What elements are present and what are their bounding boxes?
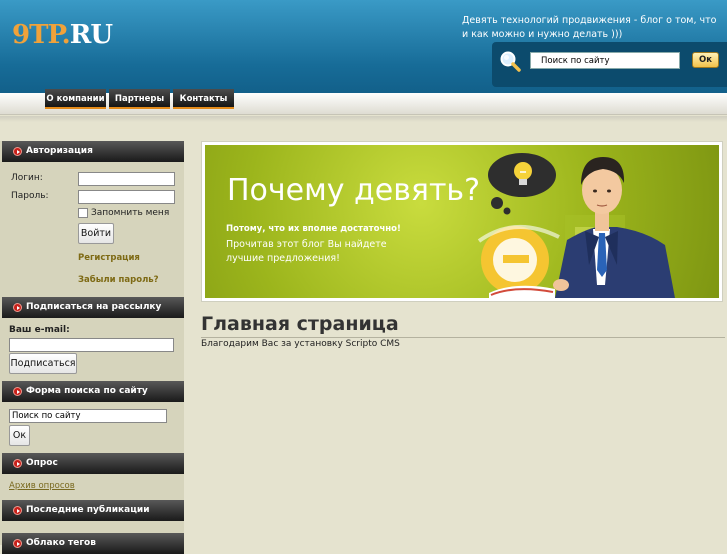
bullet-icon xyxy=(13,539,22,548)
subscribe-block-header: Подписаться на рассылку xyxy=(2,297,184,318)
header: 9TP.RU Девять технологий продвижения - б… xyxy=(0,0,727,93)
logo-part-1: 9TP. xyxy=(12,20,71,50)
poll-block-title: Опрос xyxy=(26,458,58,468)
header-search-input[interactable] xyxy=(530,52,680,69)
page-body-text: Благодарим Вас за установку Scripto CMS xyxy=(201,339,400,349)
tag-cloud-block-header: Облако тегов xyxy=(2,533,184,554)
nav-shadow xyxy=(0,116,727,122)
bullet-icon xyxy=(13,387,22,396)
site-logo[interactable]: 9TP.RU xyxy=(12,20,113,50)
password-label: Пароль: xyxy=(11,191,49,201)
banner-title: Почему девять? xyxy=(227,173,481,208)
nav-strip: О компании Партнеры Контакты xyxy=(0,89,727,115)
tag-cloud-block-title: Облако тегов xyxy=(26,538,96,548)
latest-posts-block-title: Последние публикации xyxy=(26,505,150,515)
email-label: Ваш e-mail: xyxy=(9,325,70,335)
bullet-icon xyxy=(13,147,22,156)
bullet-icon xyxy=(13,303,22,312)
nav-tab-partners[interactable]: Партнеры xyxy=(109,89,170,109)
title-divider xyxy=(201,337,725,338)
auth-block-title: Авторизация xyxy=(26,146,93,156)
promo-banner: Почему девять? Потому, что их вполне дос… xyxy=(201,141,723,302)
site-search-block-title: Форма поиска по сайту xyxy=(26,386,148,396)
login-input[interactable] xyxy=(78,172,175,186)
email-input[interactable] xyxy=(9,338,174,352)
bullet-icon xyxy=(13,506,22,515)
sidebar: Авторизация Логин: Пароль: Запомнить мен… xyxy=(0,141,184,554)
search-icon xyxy=(500,51,521,72)
latest-posts-block-header: Последние публикации xyxy=(2,500,184,521)
register-link[interactable]: Регистрация xyxy=(78,253,140,263)
logo-part-2: RU xyxy=(69,20,113,50)
nav-tab-contacts[interactable]: Контакты xyxy=(173,89,234,109)
login-label: Логин: xyxy=(11,173,43,183)
sidebar-search-button[interactable]: Ок xyxy=(9,425,30,446)
bullet-icon xyxy=(13,459,22,468)
page-title: Главная страница xyxy=(201,313,399,335)
poll-archive-link[interactable]: Архив опросов xyxy=(9,481,75,491)
subscribe-block-title: Подписаться на рассылку xyxy=(26,302,162,312)
forgot-password-link[interactable]: Забыли пароль? xyxy=(78,275,159,285)
remember-checkbox[interactable] xyxy=(78,208,88,218)
site-search-block-header: Форма поиска по сайту xyxy=(2,381,184,402)
nav-tab-about[interactable]: О компании xyxy=(45,89,106,109)
auth-block-header: Авторизация xyxy=(2,141,184,162)
poll-block-header: Опрос xyxy=(2,453,184,474)
banner-subtitle: Потому, что их вполне достаточно! xyxy=(226,224,401,234)
password-input[interactable] xyxy=(78,190,175,204)
businessman-illustration xyxy=(477,153,675,298)
site-tagline: Девять технологий продвижения - блог о т… xyxy=(462,15,717,40)
login-button[interactable]: Войти xyxy=(78,223,114,244)
subscribe-button[interactable]: Подписаться xyxy=(9,353,77,374)
banner-text: Прочитав этот блог Вы найдете лучшие пре… xyxy=(226,239,387,264)
sidebar-search-input[interactable] xyxy=(9,409,167,423)
remember-label: Запомнить меня xyxy=(91,208,170,218)
header-search-bar: Ок xyxy=(492,42,727,87)
banner-background: Почему девять? Потому, что их вполне дос… xyxy=(205,145,719,298)
header-search-button[interactable]: Ок xyxy=(692,52,719,68)
